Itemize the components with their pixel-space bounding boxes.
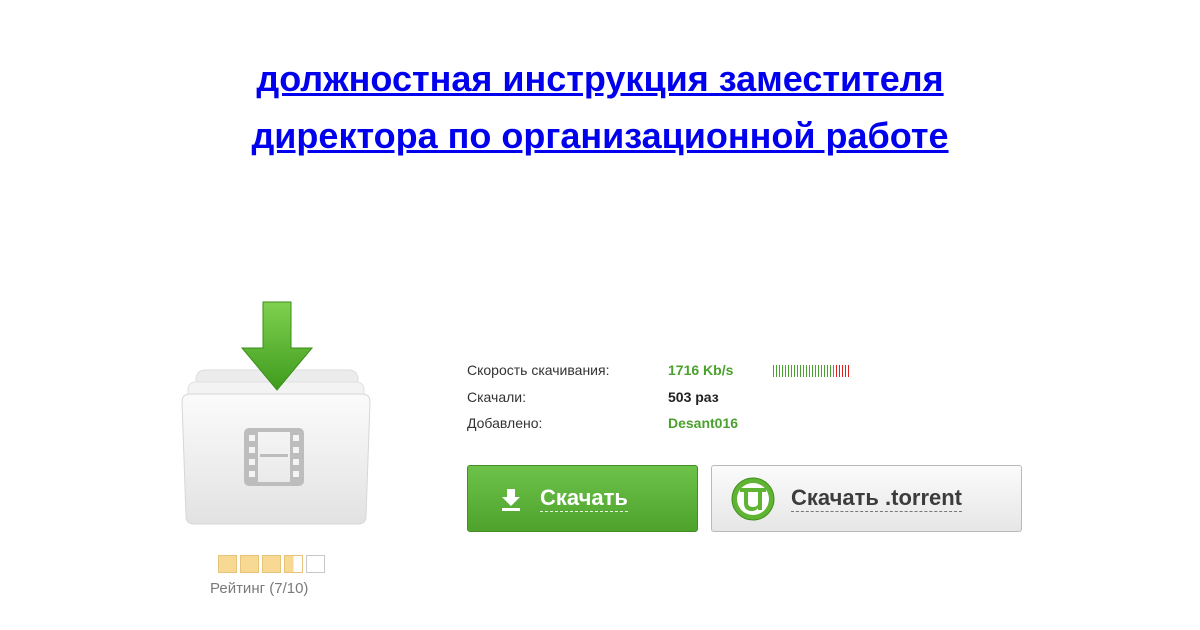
speed-bar-tick xyxy=(773,365,774,377)
speed-bar-tick xyxy=(803,365,804,377)
rating-box[interactable] xyxy=(240,555,259,573)
downloads-value: 503 раз xyxy=(668,389,719,405)
rating-box[interactable] xyxy=(284,555,303,573)
title-line-2[interactable]: директора по организационной работе xyxy=(251,115,948,156)
torrent-button-label: Скачать .torrent xyxy=(791,485,963,512)
rating-boxes[interactable] xyxy=(218,555,328,573)
speed-bar-tick xyxy=(794,365,795,377)
utorrent-icon xyxy=(731,477,775,521)
speed-value: 1716 Kb/s xyxy=(668,362,734,378)
speed-bar-tick xyxy=(797,365,798,377)
speed-bar-tick xyxy=(836,365,837,377)
speed-bar-tick xyxy=(800,365,801,377)
added-value[interactable]: Desant016 xyxy=(668,415,738,431)
downloads-label: Скачали: xyxy=(467,389,526,405)
page-title[interactable]: должностная инструкция заместителя дирек… xyxy=(0,50,1200,164)
speed-bar-tick xyxy=(830,365,831,377)
speed-bar xyxy=(773,365,851,377)
speed-bar-tick xyxy=(833,365,834,377)
speed-bar-tick xyxy=(824,365,825,377)
speed-bar-tick xyxy=(809,365,810,377)
speed-bar-tick xyxy=(845,365,846,377)
rating-box[interactable] xyxy=(218,555,237,573)
speed-bar-tick xyxy=(839,365,840,377)
download-button-label: Скачать xyxy=(540,485,628,512)
title-line-1[interactable]: должностная инструкция заместителя xyxy=(256,58,943,99)
folder-video-download-icon xyxy=(181,301,371,525)
speed-bar-tick xyxy=(791,365,792,377)
speed-bar-tick xyxy=(788,365,789,377)
speed-bar-tick xyxy=(785,365,786,377)
torrent-download-button[interactable]: Скачать .torrent xyxy=(711,465,1022,532)
speed-bar-tick xyxy=(782,365,783,377)
rating-box[interactable] xyxy=(262,555,281,573)
speed-bar-tick xyxy=(779,365,780,377)
speed-bar-tick xyxy=(776,365,777,377)
download-button[interactable]: Скачать xyxy=(467,465,698,532)
speed-bar-tick xyxy=(815,365,816,377)
speed-label: Скорость скачивания: xyxy=(467,362,610,378)
rating-label: Рейтинг (7/10) xyxy=(210,580,309,597)
speed-bar-tick xyxy=(812,365,813,377)
speed-bar-tick xyxy=(848,365,849,377)
added-label: Добавлено: xyxy=(467,415,543,431)
title-link[interactable]: должностная инструкция заместителя дирек… xyxy=(251,58,948,156)
rating-box[interactable] xyxy=(306,555,325,573)
download-arrow-icon xyxy=(502,489,520,511)
speed-bar-tick xyxy=(818,365,819,377)
speed-bar-tick xyxy=(806,365,807,377)
speed-bar-tick xyxy=(827,365,828,377)
speed-bar-tick xyxy=(821,365,822,377)
speed-bar-tick xyxy=(842,365,843,377)
